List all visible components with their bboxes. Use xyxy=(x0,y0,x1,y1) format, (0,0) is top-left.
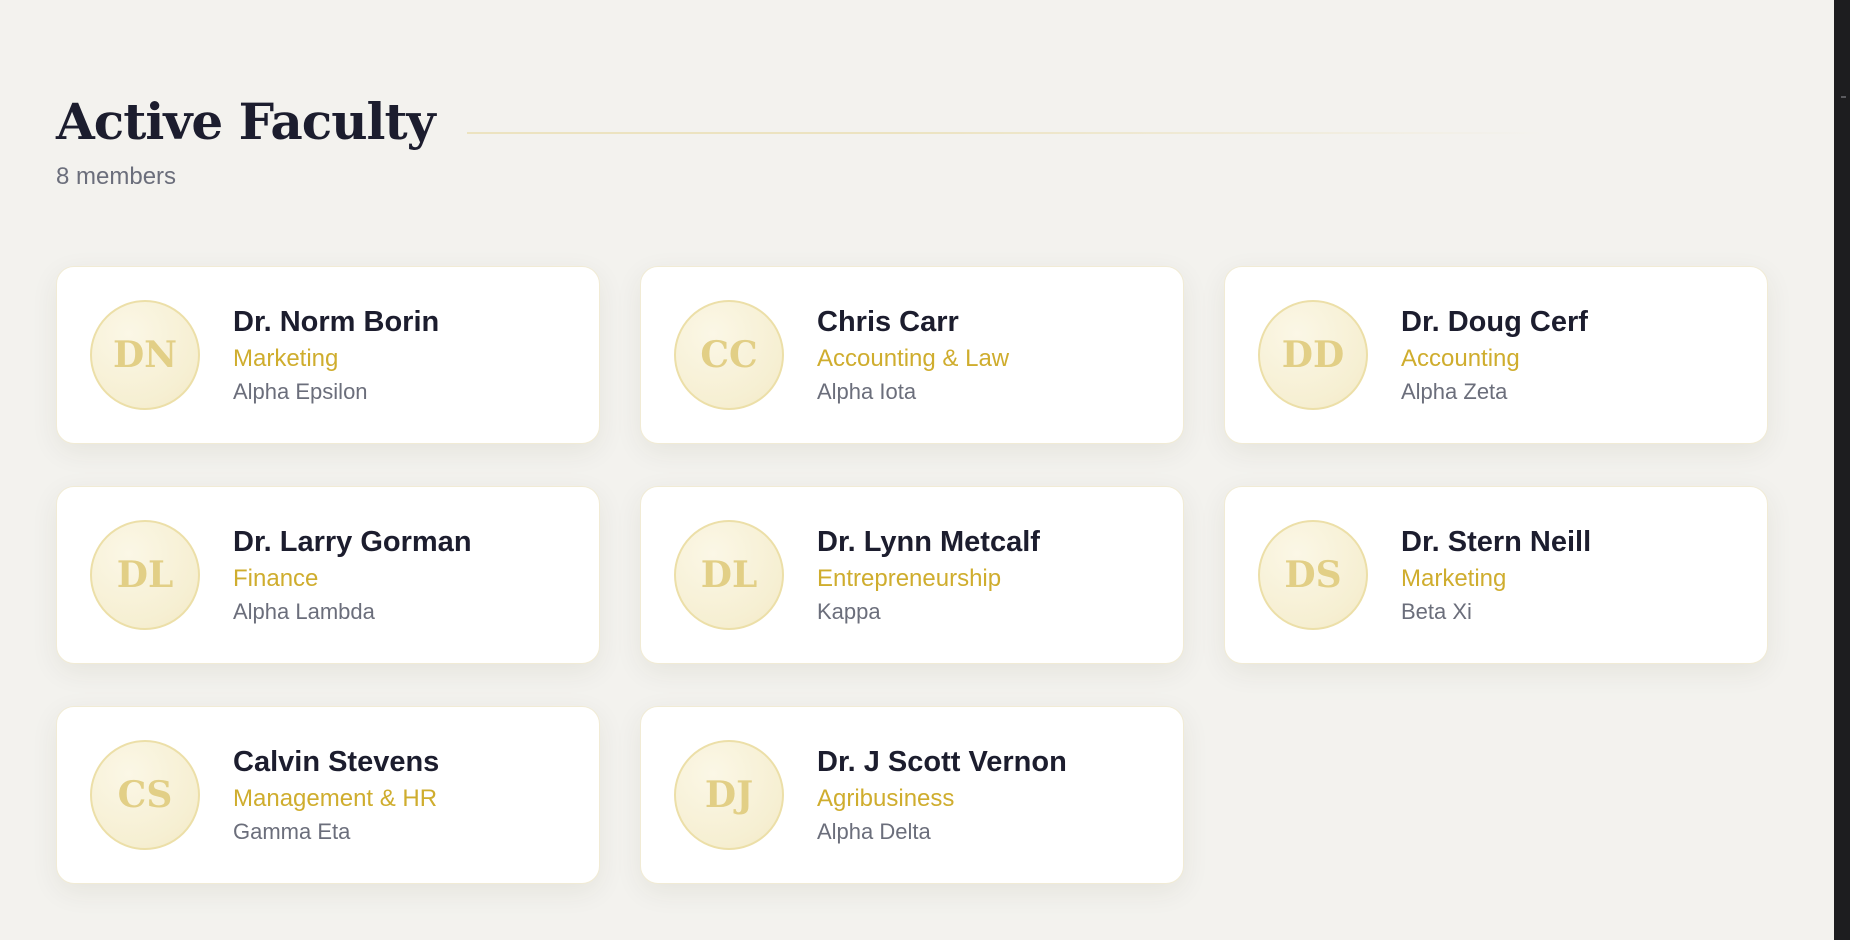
faculty-name: Dr. Stern Neill xyxy=(1401,526,1592,558)
faculty-info: Dr. J Scott Vernon Agribusiness Alpha De… xyxy=(817,743,1067,847)
faculty-info: Dr. Stern Neill Marketing Beta Xi xyxy=(1401,523,1591,627)
faculty-info: Chris Carr Accounting & Law Alpha Iota xyxy=(817,303,1009,407)
avatar: CC xyxy=(674,300,784,410)
faculty-department: Marketing xyxy=(233,345,339,372)
avatar: DL xyxy=(674,520,784,630)
faculty-name: Dr. Doug Cerf xyxy=(1401,306,1588,338)
title-row: Active Faculty xyxy=(56,88,1546,156)
faculty-card[interactable]: DN Dr. Norm Borin Marketing Alpha Epsilo… xyxy=(56,266,600,444)
faculty-card[interactable]: DS Dr. Stern Neill Marketing Beta Xi xyxy=(1224,486,1768,664)
faculty-card[interactable]: CC Chris Carr Accounting & Law Alpha Iot… xyxy=(640,266,1184,444)
faculty-name: Dr. J Scott Vernon xyxy=(817,746,1067,778)
faculty-info: Calvin Stevens Management & HR Gamma Eta xyxy=(233,743,439,847)
faculty-chapter: Alpha Epsilon xyxy=(233,379,368,404)
faculty-card[interactable]: DJ Dr. J Scott Vernon Agribusiness Alpha… xyxy=(640,706,1184,884)
faculty-department: Accounting xyxy=(1401,345,1520,372)
avatar-initials: CC xyxy=(700,334,758,376)
faculty-department: Management & HR xyxy=(233,785,438,812)
faculty-card[interactable]: DL Dr. Lynn Metcalf Entrepreneurship Kap… xyxy=(640,486,1184,664)
faculty-name: Dr. Lynn Metcalf xyxy=(817,526,1040,558)
title-divider xyxy=(466,132,1546,134)
avatar: CS xyxy=(90,740,200,850)
avatar: DJ xyxy=(674,740,784,850)
window-edge xyxy=(1834,0,1850,940)
avatar-initials: DL xyxy=(700,554,758,596)
faculty-name: Chris Carr xyxy=(817,306,959,338)
faculty-chapter: Kappa xyxy=(817,599,881,624)
page-title: Active Faculty xyxy=(56,92,436,151)
faculty-chapter: Gamma Eta xyxy=(233,819,351,844)
faculty-info: Dr. Lynn Metcalf Entrepreneurship Kappa xyxy=(817,523,1040,627)
faculty-chapter: Alpha Zeta xyxy=(1401,379,1508,404)
edge-marker xyxy=(1841,96,1846,98)
faculty-info: Dr. Doug Cerf Accounting Alpha Zeta xyxy=(1401,303,1588,407)
faculty-name: Dr. Norm Borin xyxy=(233,306,440,338)
avatar-initials: DS xyxy=(1284,554,1342,596)
faculty-card[interactable]: CS Calvin Stevens Management & HR Gamma … xyxy=(56,706,600,884)
page-header: Active Faculty 8 members xyxy=(56,88,1546,192)
faculty-info: Dr. Norm Borin Marketing Alpha Epsilon xyxy=(233,303,439,407)
faculty-card[interactable]: DD Dr. Doug Cerf Accounting Alpha Zeta xyxy=(1224,266,1768,444)
avatar: DS xyxy=(1258,520,1368,630)
avatar-initials: DD xyxy=(1281,334,1345,376)
faculty-chapter: Alpha Iota xyxy=(817,379,917,404)
avatar: DD xyxy=(1258,300,1368,410)
faculty-department: Marketing xyxy=(1401,565,1507,592)
faculty-card[interactable]: DL Dr. Larry Gorman Finance Alpha Lambda xyxy=(56,486,600,664)
faculty-department: Finance xyxy=(233,565,319,592)
avatar-initials: DJ xyxy=(704,774,754,816)
faculty-chapter: Alpha Delta xyxy=(817,819,931,844)
faculty-department: Entrepreneurship xyxy=(817,565,1002,592)
faculty-name: Calvin Stevens xyxy=(233,746,440,778)
avatar: DN xyxy=(90,300,200,410)
avatar-initials: DL xyxy=(116,554,174,596)
faculty-chapter: Beta Xi xyxy=(1401,599,1472,624)
member-count: 8 members xyxy=(56,163,177,190)
faculty-info: Dr. Larry Gorman Finance Alpha Lambda xyxy=(233,523,472,627)
faculty-chapter: Alpha Lambda xyxy=(233,599,375,624)
faculty-name: Dr. Larry Gorman xyxy=(233,526,472,558)
avatar-initials: DN xyxy=(112,334,178,376)
faculty-department: Accounting & Law xyxy=(817,345,1010,372)
avatar-initials: CS xyxy=(117,774,173,816)
faculty-department: Agribusiness xyxy=(817,785,955,812)
faculty-grid: DN Dr. Norm Borin Marketing Alpha Epsilo… xyxy=(56,266,1768,884)
avatar: DL xyxy=(90,520,200,630)
